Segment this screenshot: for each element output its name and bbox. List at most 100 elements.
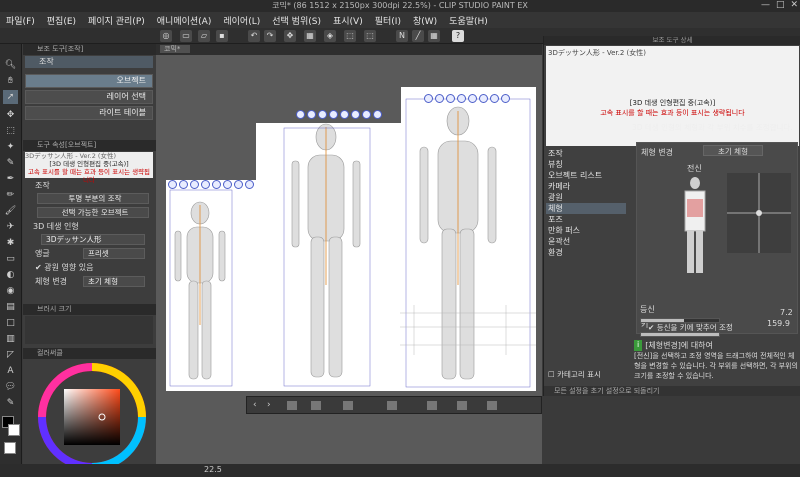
height-value[interactable]: 159.9	[767, 319, 790, 328]
pencil-icon[interactable]: ✏	[3, 188, 18, 202]
category-show-row[interactable]: ☐ 카테고리 표시	[548, 369, 601, 380]
airbrush-icon[interactable]: ✈︎	[3, 220, 18, 234]
canvas-tab[interactable]: 코믹*	[160, 45, 191, 53]
invert-selection-icon[interactable]: ⬚	[364, 30, 376, 42]
category-show-checkbox-icon[interactable]: ☐	[548, 370, 555, 379]
camera-rotate-icon[interactable]	[168, 180, 177, 189]
rotate-plane-icon[interactable]	[212, 180, 221, 189]
head-ratio-value[interactable]: 7.2	[780, 308, 793, 317]
snap-ground-icon[interactable]	[234, 180, 243, 189]
menu-help[interactable]: 도움말(H)	[449, 14, 488, 27]
transparent-area-dropdown[interactable]: 투명 부분의 조작	[37, 193, 149, 204]
height-match-row[interactable]: ✔ 등신을 키에 맞추어 조정	[648, 322, 733, 333]
move-plane-icon[interactable]	[457, 94, 466, 103]
zoom-value[interactable]: 22.5	[204, 465, 222, 474]
special-ruler-snap-icon[interactable]: ╱	[412, 30, 424, 42]
category-body[interactable]: 체형	[546, 203, 626, 214]
subtool-layer-select[interactable]: 레이어 선택	[25, 90, 153, 104]
sub-color-swatch[interactable]	[8, 424, 20, 436]
light-row[interactable]: ✔ 광원 영향 있음	[25, 262, 153, 274]
camera-pan-icon[interactable]	[435, 94, 444, 103]
snap-ground-icon[interactable]	[490, 94, 499, 103]
open-file-icon[interactable]: ▱	[198, 30, 210, 42]
fill-tool-icon[interactable]: ◉	[3, 284, 18, 298]
deselect-icon[interactable]: ⬚	[344, 30, 356, 42]
ruler-snap-icon[interactable]: N	[396, 30, 408, 42]
doll-model-select[interactable]: 3Dデッサン人形	[41, 234, 145, 245]
doll-controller-adult[interactable]	[424, 94, 510, 103]
proportion-xy-pad[interactable]	[727, 173, 791, 253]
close-button[interactable]: ✕	[790, 0, 798, 10]
reset-body-detail-button[interactable]: 초기 체형	[703, 145, 763, 156]
move-layer-icon[interactable]: ✥	[3, 108, 18, 122]
figure-icon[interactable]: □	[3, 316, 18, 330]
camera-move-icon[interactable]	[190, 180, 199, 189]
body-part-map[interactable]	[675, 175, 715, 275]
subtool-object[interactable]: 오브젝트	[25, 74, 153, 88]
help-icon[interactable]: ?	[452, 30, 464, 42]
gradient-icon[interactable]: ▤	[3, 300, 18, 314]
subtool-group-tab[interactable]: 조작	[25, 56, 153, 68]
menu-window[interactable]: 창(W)	[413, 14, 437, 27]
menu-filter[interactable]: 필터(I)	[375, 14, 401, 27]
reset-icon[interactable]	[501, 94, 510, 103]
maximize-button[interactable]: □	[776, 0, 785, 10]
menu-selection[interactable]: 선택 범위(S)	[272, 14, 321, 27]
doll-controller-child[interactable]	[168, 180, 254, 189]
operation-icon[interactable]: ➚	[3, 90, 18, 104]
category-perspective[interactable]: 만화 퍼스	[548, 225, 580, 236]
rotate-axis-icon[interactable]	[479, 94, 488, 103]
save-pose-icon[interactable]	[457, 401, 467, 410]
ruler-icon[interactable]: ◸	[3, 348, 18, 362]
text-icon[interactable]: A	[3, 364, 18, 378]
brush-icon[interactable]: 🖌︎	[3, 204, 18, 218]
brush-size-area[interactable]	[25, 316, 153, 344]
fill-icon[interactable]: ▦	[304, 30, 316, 42]
reset-body-button[interactable]: 초기 체형	[83, 276, 145, 287]
undo-icon[interactable]: ↶	[248, 30, 260, 42]
camera-icon[interactable]	[487, 401, 497, 410]
camera-rotate-icon[interactable]	[296, 110, 305, 119]
eraser-icon[interactable]: ▭	[3, 252, 18, 266]
menu-page[interactable]: 페이지 관리(P)	[88, 14, 145, 27]
frame-icon[interactable]: ▥	[3, 332, 18, 346]
menu-view[interactable]: 표시(V)	[333, 14, 363, 27]
reset-all-footer[interactable]: 모든 설정을 초기 설정으로 되돌리기	[544, 386, 800, 396]
transform-icon[interactable]: ◈	[324, 30, 336, 42]
reset-icon[interactable]	[245, 180, 254, 189]
color-wheel[interactable]	[37, 362, 147, 472]
category-operation[interactable]: 조작	[548, 148, 563, 159]
eyedropper-icon[interactable]: ✎	[3, 156, 18, 170]
save-icon[interactable]: ▪	[216, 30, 228, 42]
light-checkbox-icon[interactable]: ✔	[35, 263, 42, 272]
zoom-icon[interactable]: 🔍︎	[3, 58, 18, 72]
canvas-drawing[interactable]	[156, 55, 542, 395]
pose-icon[interactable]	[311, 401, 321, 410]
snap-ground-icon[interactable]	[362, 110, 371, 119]
category-environment[interactable]: 환경	[548, 247, 563, 258]
pen-icon[interactable]: ✒	[3, 172, 18, 186]
height-match-check-icon[interactable]: ✔	[648, 323, 654, 332]
category-object-list[interactable]: 오브젝트 리스트	[548, 170, 602, 181]
camera-move-icon[interactable]	[446, 94, 455, 103]
camera-rotate-icon[interactable]	[424, 94, 433, 103]
menu-animation[interactable]: 애니메이션(A)	[157, 14, 212, 27]
preset-button[interactable]: 프리셋	[83, 248, 145, 259]
new-file-icon[interactable]: ▭	[180, 30, 192, 42]
move-icon[interactable]: ✋︎	[3, 74, 18, 88]
auto-select-icon[interactable]: ✦	[3, 140, 18, 154]
transparent-color-swatch[interactable]	[4, 442, 16, 454]
camera-pan-icon[interactable]	[307, 110, 316, 119]
trash-icon[interactable]	[287, 401, 297, 410]
joint-icon[interactable]	[387, 401, 397, 410]
correct-line-icon[interactable]: ✎	[3, 396, 18, 410]
rotate-axis-icon[interactable]	[351, 110, 360, 119]
rotate-axis-icon[interactable]	[223, 180, 232, 189]
rotate-plane-icon[interactable]	[468, 94, 477, 103]
flip-icon[interactable]	[427, 401, 437, 410]
menu-layer[interactable]: 레이어(L)	[223, 14, 260, 27]
camera-pan-icon[interactable]	[179, 180, 188, 189]
menu-file[interactable]: 파일(F)	[6, 14, 35, 27]
reset-icon[interactable]	[373, 110, 382, 119]
decoration-icon[interactable]: ✱	[3, 236, 18, 250]
